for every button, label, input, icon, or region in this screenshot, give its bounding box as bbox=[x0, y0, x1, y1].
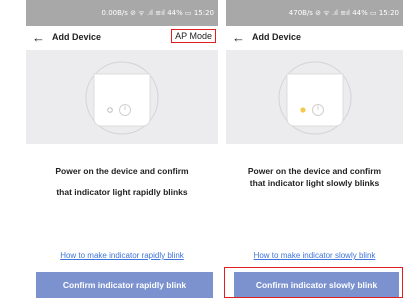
confirm-slow-blink-button[interactable]: Confirm indicator slowly blink bbox=[234, 272, 399, 298]
confirm-rapid-blink-button[interactable]: Confirm indicator rapidly blink bbox=[36, 272, 213, 298]
right-screen: 470B/s ⊘ ᯤ .ıl ≡ıl 44% ▭ 15:20 ← Add Dev… bbox=[226, 0, 403, 298]
left-screen: 0.00B/s ⊘ ᯤ .ıl ≡ıl 44% ▭ 15:20 ← Add De… bbox=[26, 0, 218, 298]
status-bar: 0.00B/s ⊘ ᯤ .ıl ≡ıl 44% ▭ 15:20 bbox=[26, 0, 218, 26]
instruction-line-2: that indicator light slowly blinks bbox=[249, 178, 380, 188]
help-link[interactable]: How to make indicator rapidly blink bbox=[26, 251, 218, 260]
indicator-light bbox=[299, 107, 306, 113]
instruction-line-1: Power on the device and confirm bbox=[247, 166, 382, 176]
status-bar: 470B/s ⊘ ᯤ .ıl ≡ıl 44% ▭ 15:20 bbox=[226, 0, 403, 26]
instruction-line-1: Power on the device and confirm bbox=[55, 166, 189, 176]
ap-mode-button[interactable]: AP Mode bbox=[171, 29, 216, 43]
arrow-left-icon[interactable]: ← bbox=[32, 30, 45, 46]
app-header: ← Add Device AP Mode bbox=[26, 26, 218, 50]
instruction-line-2: that indicator light rapidly blinks bbox=[56, 187, 188, 197]
smart-plug-icon bbox=[85, 61, 159, 135]
page-title: Add Device bbox=[252, 32, 302, 42]
app-header: ← Add Device bbox=[226, 26, 403, 50]
smart-plug-icon bbox=[278, 61, 351, 135]
arrow-left-icon[interactable]: ← bbox=[232, 30, 245, 46]
page-title: Add Device bbox=[52, 32, 102, 42]
device-illustration bbox=[26, 50, 218, 144]
device-illustration bbox=[226, 50, 403, 144]
help-link[interactable]: How to make indicator slowly blink bbox=[226, 251, 403, 260]
